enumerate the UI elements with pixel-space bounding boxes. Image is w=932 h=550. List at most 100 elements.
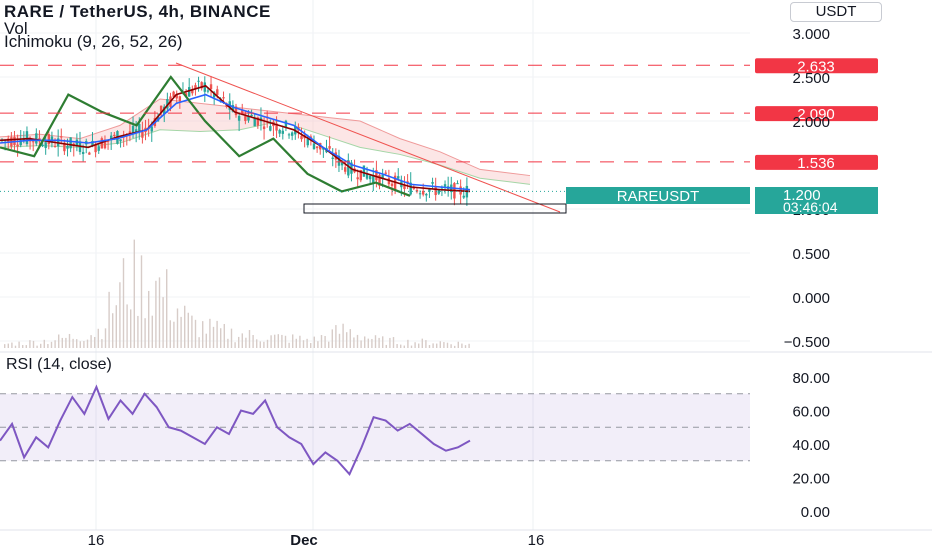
volume-bar xyxy=(353,337,355,348)
candle-body xyxy=(262,126,266,130)
volume-bar xyxy=(47,344,49,348)
rsi-axis-tick: 60.00 xyxy=(792,404,830,421)
price-level-label: 1.536 xyxy=(797,155,835,172)
volume-bar xyxy=(119,282,121,348)
volume-bar xyxy=(256,339,258,348)
volume-bar xyxy=(216,320,218,348)
price-axis-tick: −0.500 xyxy=(784,334,830,351)
volume-bar xyxy=(446,342,449,348)
candle-body xyxy=(315,146,319,149)
volume-bar xyxy=(328,341,330,348)
volume-bar xyxy=(184,305,186,348)
volume-bar xyxy=(194,319,197,348)
volume-bar xyxy=(371,338,373,348)
volume-bar xyxy=(223,323,225,348)
candle-body xyxy=(443,184,447,187)
candle-body xyxy=(35,133,38,144)
volume-bar xyxy=(32,340,35,348)
volume-bar xyxy=(169,320,171,348)
candle-body xyxy=(138,123,141,132)
volume-bar xyxy=(374,335,377,348)
volume-bar xyxy=(40,343,42,348)
time-axis-tick: 16 xyxy=(88,532,105,549)
volume-bar xyxy=(266,339,269,348)
volume-bar xyxy=(140,255,143,348)
price-axis-tick: 0.000 xyxy=(792,290,830,307)
chart-canvas[interactable]: 2.6332.0901.5363.0002.5002.0001.0000.500… xyxy=(0,0,932,550)
volume-bar xyxy=(277,334,279,348)
candle-body xyxy=(206,90,210,92)
candle-body xyxy=(60,136,63,138)
rsi-axis-tick: 40.00 xyxy=(792,437,830,454)
volume-bar xyxy=(22,345,24,348)
volume-bar xyxy=(439,341,441,348)
volume-bar xyxy=(410,345,413,348)
candle-body xyxy=(431,181,434,184)
volume-bar xyxy=(335,325,337,348)
volume-bar xyxy=(25,345,27,348)
volume-bar xyxy=(50,341,53,348)
volume-bar xyxy=(270,335,272,348)
volume-bar xyxy=(382,336,384,348)
candle-body xyxy=(222,97,225,99)
volume-bar xyxy=(176,308,179,348)
volume-bar xyxy=(158,277,161,348)
candle-body xyxy=(281,130,284,134)
volume-bar xyxy=(14,345,17,348)
volume-bar xyxy=(58,334,60,348)
volume-bar xyxy=(151,315,153,348)
rsi-indicator-label: RSI (14, close) xyxy=(6,356,112,373)
rsi-axis-tick: 20.00 xyxy=(792,471,830,488)
candle-body xyxy=(81,151,85,155)
candle-body xyxy=(397,176,400,179)
volume-bar xyxy=(166,269,168,348)
volume-bar xyxy=(61,337,63,348)
volume-bar xyxy=(306,338,308,348)
volume-bar xyxy=(54,340,56,348)
candle-body xyxy=(47,134,50,145)
candle-body xyxy=(16,144,19,147)
volume-bar xyxy=(187,312,189,348)
volume-bar xyxy=(457,341,459,348)
volume-bar xyxy=(68,333,71,348)
volume-bar xyxy=(4,344,6,348)
volume-bar xyxy=(83,341,85,348)
chart-area[interactable]: 2.6332.0901.5363.0002.5002.0001.0000.500… xyxy=(0,0,932,550)
candle-body xyxy=(287,134,291,136)
volume-bar xyxy=(11,342,13,348)
volume-bar xyxy=(191,315,193,348)
trendline xyxy=(175,62,561,213)
volume-bar xyxy=(180,316,182,348)
candle-body xyxy=(356,177,359,180)
volume-bar xyxy=(295,338,297,348)
candle-body xyxy=(209,84,213,90)
candle-body xyxy=(25,131,29,145)
currency-button[interactable]: USDT xyxy=(790,2,882,22)
rsi-axis-tick: 0.00 xyxy=(801,504,830,521)
candle-body xyxy=(53,145,57,147)
volume-bar xyxy=(72,338,74,348)
volume-bar xyxy=(450,344,452,348)
candle-body xyxy=(384,172,387,174)
candle-body xyxy=(425,193,428,196)
volume-bar xyxy=(414,342,416,348)
volume-bar xyxy=(468,343,470,348)
volume-bar xyxy=(400,344,402,348)
volume-bar xyxy=(367,338,369,348)
candle-body xyxy=(344,167,347,172)
volume-bar xyxy=(79,341,81,348)
volume-bar xyxy=(364,336,366,348)
volume-bar xyxy=(292,334,294,348)
volume-bar xyxy=(274,334,276,348)
volume-bar xyxy=(94,336,96,348)
candle-body xyxy=(250,114,253,117)
candle-body xyxy=(44,142,47,148)
ichimoku-indicator-label: Ichimoku (9, 26, 52, 26) xyxy=(4,32,183,51)
candle-body xyxy=(141,131,144,138)
candle-body xyxy=(97,146,100,151)
volume-bar xyxy=(281,334,283,348)
time-axis-tick: 16 xyxy=(528,532,545,549)
volume-bar xyxy=(338,333,341,348)
volume-bar xyxy=(432,343,434,348)
candle-body xyxy=(244,116,247,121)
